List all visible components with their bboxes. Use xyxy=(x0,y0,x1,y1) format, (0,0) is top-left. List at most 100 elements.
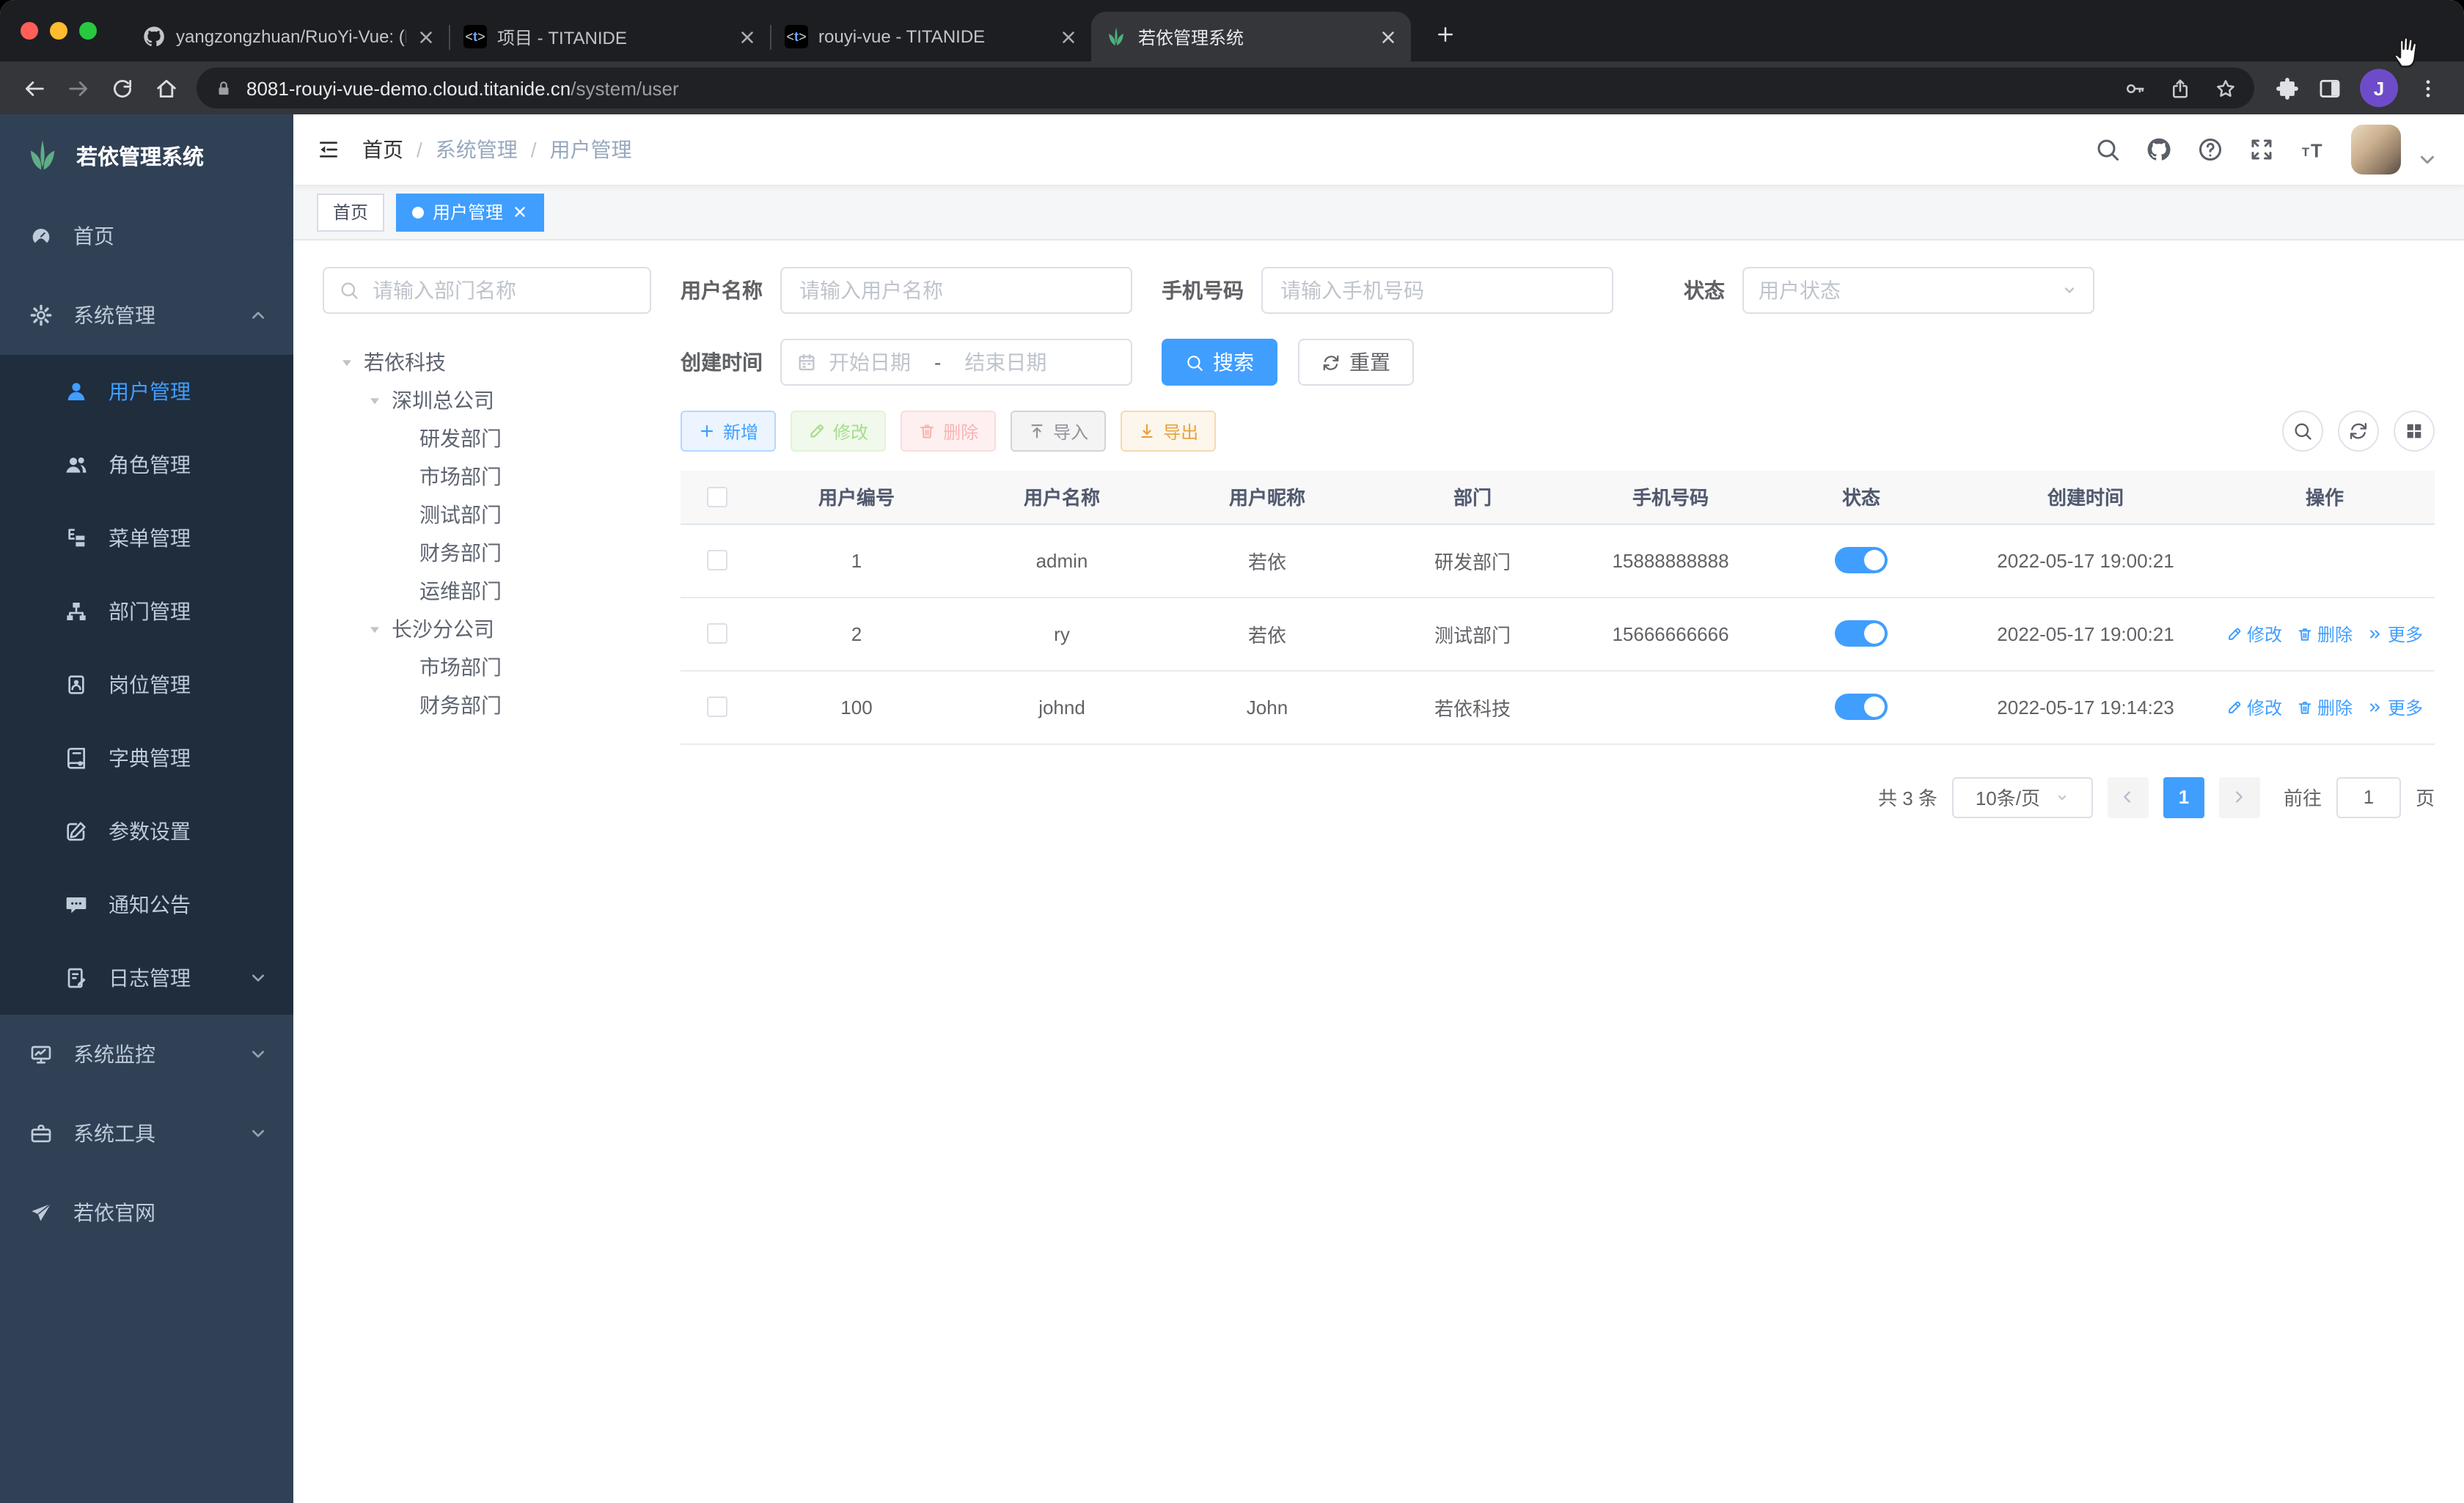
sidebar-collapse-icon[interactable] xyxy=(317,138,340,161)
log-icon xyxy=(65,966,88,990)
created-time: 2022-05-17 19:00:21 xyxy=(1997,549,2174,571)
tag-close-icon[interactable] xyxy=(512,204,528,220)
current-page-button[interactable]: 1 xyxy=(2163,776,2204,817)
sidebar-item-ruoyi-website[interactable]: 若依官网 xyxy=(0,1173,293,1252)
tree-node-label: 研发部门 xyxy=(419,427,502,450)
header-search-icon[interactable] xyxy=(2094,136,2121,163)
select-all-checkbox[interactable] xyxy=(707,486,727,507)
window-zoom-button[interactable] xyxy=(79,22,97,40)
status-toggle[interactable] xyxy=(1835,620,1888,647)
avatar-caret-down-icon[interactable] xyxy=(2414,147,2441,173)
row-checkbox[interactable] xyxy=(707,697,727,717)
new-tab-button[interactable] xyxy=(1426,15,1464,53)
add-button[interactable]: 新增 xyxy=(681,411,777,452)
toggle-search-button[interactable] xyxy=(2282,411,2323,452)
fullscreen-icon[interactable] xyxy=(2248,136,2275,163)
tag-home[interactable]: 首页 xyxy=(317,193,385,231)
column-settings-button[interactable] xyxy=(2394,411,2435,452)
browser-tab[interactable]: <t> rouyi-vue - TITANIDE xyxy=(771,12,1091,62)
font-size-icon[interactable] xyxy=(2300,136,2326,163)
reload-button[interactable] xyxy=(100,66,144,110)
edit-button[interactable]: 修改 xyxy=(791,411,887,452)
tree-node[interactable]: 研发部门 xyxy=(323,419,651,457)
prev-page-button[interactable] xyxy=(2107,776,2149,817)
browser-profile-avatar[interactable]: J xyxy=(2360,69,2398,107)
browser-tab[interactable]: 若依管理系统 xyxy=(1091,12,1411,62)
github-icon[interactable] xyxy=(2146,136,2172,163)
status-label: 状态 xyxy=(1684,279,1725,302)
status-select[interactable]: 用户状态 xyxy=(1742,267,2094,314)
tree-node[interactable]: 市场部门 xyxy=(323,648,651,686)
sidebar-item-system-monitor[interactable]: 系统监控 xyxy=(0,1015,293,1094)
search-button[interactable]: 搜索 xyxy=(1162,339,1277,386)
tree-node[interactable]: 长沙分公司 xyxy=(323,610,651,648)
side-panel-icon[interactable] xyxy=(2317,76,2342,100)
back-button[interactable] xyxy=(12,66,56,110)
sidebar-item-user-management[interactable]: 用户管理 xyxy=(0,355,293,428)
tree-node[interactable]: 若依科技 xyxy=(323,343,651,381)
row-delete-link[interactable]: 删除 xyxy=(2297,621,2353,646)
sidebar-item-home[interactable]: 首页 xyxy=(0,196,293,276)
app-logo[interactable]: 若依管理系统 xyxy=(0,114,293,196)
tree-node[interactable]: 运维部门 xyxy=(323,572,651,610)
share-icon[interactable] xyxy=(2169,77,2191,99)
date-start-placeholder: 开始日期 xyxy=(829,350,911,374)
help-question-icon[interactable] xyxy=(2197,136,2223,163)
tag-user-management[interactable]: 用户管理 xyxy=(396,193,545,231)
sidebar-item-menu-management[interactable]: 菜单管理 xyxy=(0,501,293,575)
tree-node[interactable]: 测试部门 xyxy=(323,496,651,534)
home-button[interactable] xyxy=(144,66,188,110)
goto-page-input[interactable] xyxy=(2336,776,2401,817)
tree-node[interactable]: 市场部门 xyxy=(323,457,651,496)
row-more-link[interactable]: 更多 xyxy=(2367,621,2423,646)
refresh-table-button[interactable] xyxy=(2338,411,2379,452)
page-size-select[interactable]: 10条/页 xyxy=(1951,776,2093,817)
user-avatar[interactable] xyxy=(2351,125,2401,174)
phone-input[interactable] xyxy=(1261,267,1613,314)
next-page-button[interactable] xyxy=(2218,776,2260,817)
reset-button[interactable]: 重置 xyxy=(1298,339,1414,386)
sidebar-item-notice[interactable]: 通知公告 xyxy=(0,868,293,941)
chrome-menu-dots-icon[interactable] xyxy=(2416,76,2441,100)
sidebar-item-dict-management[interactable]: 字典管理 xyxy=(0,721,293,795)
status-toggle[interactable] xyxy=(1835,547,1888,573)
export-button[interactable]: 导出 xyxy=(1121,411,1217,452)
sidebar-item-system-tools[interactable]: 系统工具 xyxy=(0,1094,293,1173)
breadcrumb-home[interactable]: 首页 xyxy=(362,135,403,164)
row-checkbox[interactable] xyxy=(707,623,727,644)
department-search-input[interactable] xyxy=(370,277,635,304)
tree-node[interactable]: 深圳总公司 xyxy=(323,381,651,419)
row-edit-link[interactable]: 修改 xyxy=(2226,621,2282,646)
sidebar-item-log-management[interactable]: 日志管理 xyxy=(0,941,293,1015)
sidebar-item-param-settings[interactable]: 参数设置 xyxy=(0,795,293,868)
window-minimize-button[interactable] xyxy=(50,22,67,40)
delete-button[interactable]: 删除 xyxy=(901,411,997,452)
tree-node[interactable]: 财务部门 xyxy=(323,534,651,572)
row-more-link[interactable]: 更多 xyxy=(2367,694,2423,719)
tree-node[interactable]: 财务部门 xyxy=(323,686,651,724)
username-input[interactable] xyxy=(780,267,1132,314)
status-toggle[interactable] xyxy=(1835,694,1888,720)
tab-close-icon[interactable] xyxy=(1379,27,1398,46)
sidebar-item-system-management[interactable]: 系统管理 xyxy=(0,276,293,355)
sidebar-item-dept-management[interactable]: 部门管理 xyxy=(0,575,293,648)
browser-tab[interactable]: yangzongzhuan/RuoYi-Vue: (R... xyxy=(129,12,449,62)
row-delete-link[interactable]: 删除 xyxy=(2297,694,2353,719)
table-header-row: 用户编号 用户名称 用户昵称 部门 手机号码 状态 创建时间 操作 xyxy=(681,471,2435,524)
forward-button[interactable] xyxy=(56,66,100,110)
address-bar[interactable]: 8081-rouyi-vue-demo.cloud.titanide.cn/sy… xyxy=(197,67,2254,109)
password-key-icon[interactable] xyxy=(2124,77,2146,99)
browser-tab[interactable]: <t> 项目 - TITANIDE xyxy=(450,12,770,62)
import-button[interactable]: 导入 xyxy=(1011,411,1107,452)
bookmark-star-icon[interactable] xyxy=(2215,77,2237,99)
window-close-button[interactable] xyxy=(21,22,38,40)
sidebar-item-role-management[interactable]: 角色管理 xyxy=(0,428,293,501)
tab-close-icon[interactable] xyxy=(1059,27,1078,46)
row-edit-link[interactable]: 修改 xyxy=(2226,694,2282,719)
extensions-puzzle-icon[interactable] xyxy=(2275,76,2300,100)
sidebar-item-post-management[interactable]: 岗位管理 xyxy=(0,648,293,721)
tab-close-icon[interactable] xyxy=(738,27,757,46)
row-checkbox[interactable] xyxy=(707,550,727,570)
tab-close-icon[interactable] xyxy=(417,27,436,46)
date-range-picker[interactable]: 开始日期 - 结束日期 xyxy=(780,339,1132,386)
